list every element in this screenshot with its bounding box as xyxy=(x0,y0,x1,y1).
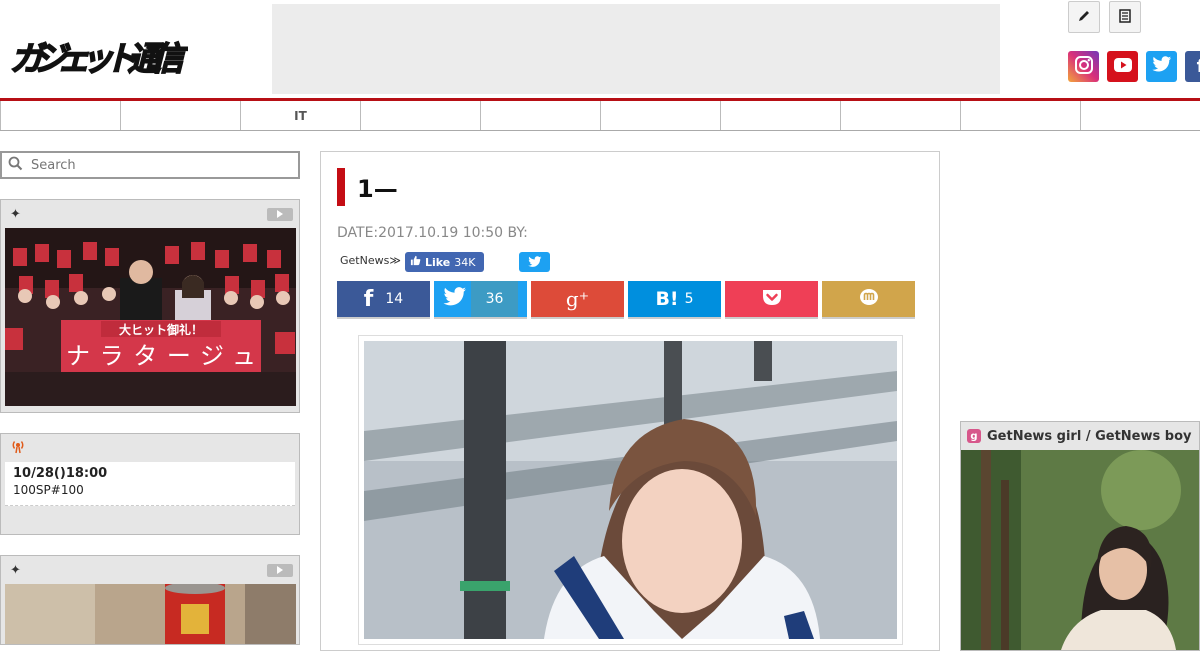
search-box xyxy=(0,151,300,179)
nav-item-it[interactable]: IT xyxy=(240,101,360,130)
category-nav: IT xyxy=(0,101,1200,131)
nav-item[interactable] xyxy=(480,101,600,130)
facebook-share-count: 14 xyxy=(385,291,404,307)
widget-title: GetNews girl / GetNews boy xyxy=(987,428,1192,444)
drink-can-photo[interactable] xyxy=(5,584,296,648)
instagram-icon xyxy=(1074,55,1094,79)
facebook-icon: f xyxy=(1197,56,1200,77)
nav-item[interactable] xyxy=(1080,101,1200,130)
search-icon xyxy=(8,156,23,175)
share-pocket-button[interactable] xyxy=(725,281,818,317)
ad-banner[interactable] xyxy=(272,4,1000,94)
share-gplus-button[interactable]: g⁺ xyxy=(531,281,624,317)
getnews-girl-icon: g xyxy=(967,429,981,443)
twitter-icon xyxy=(443,287,467,311)
star-icon: ✦ xyxy=(10,206,21,222)
nav-item[interactable] xyxy=(0,101,120,130)
like-count: 34K xyxy=(454,255,476,269)
pencil-icon xyxy=(1077,8,1091,27)
share-twitter-button[interactable]: 36 xyxy=(434,281,527,317)
facebook-icon: f xyxy=(363,286,374,312)
getnews-girl-photo[interactable] xyxy=(961,450,1199,650)
facebook-like-button[interactable]: Like 34K xyxy=(405,252,484,272)
nav-item[interactable] xyxy=(720,101,840,130)
photo-banner-text: 大ヒット御礼！ xyxy=(119,322,203,337)
article-date: DATE:2017.10.19 10:50 BY: xyxy=(337,225,528,241)
tweet-button[interactable] xyxy=(519,252,550,272)
article-title: 1— xyxy=(357,175,398,203)
youtube-link[interactable] xyxy=(1107,51,1138,82)
share-facebook-button[interactable]: f 14 xyxy=(337,281,430,317)
article-photo[interactable] xyxy=(358,335,903,645)
twitter-icon xyxy=(527,253,542,272)
share-mixi-button[interactable] xyxy=(822,281,915,317)
nav-item[interactable] xyxy=(120,101,240,130)
site-logo[interactable]: ガジェット通信 xyxy=(8,34,190,80)
youtube-icon xyxy=(1113,57,1133,77)
live-widget: 10/28()18:00 100SP#100 xyxy=(0,433,300,535)
hatena-share-count: 5 xyxy=(684,291,694,307)
live-program-title: 100SP#100 xyxy=(13,483,84,497)
nav-item[interactable] xyxy=(360,101,480,130)
document-button[interactable] xyxy=(1109,1,1141,33)
broadcast-icon xyxy=(10,438,26,458)
facebook-link[interactable]: f xyxy=(1185,51,1200,82)
twitter-link[interactable] xyxy=(1146,51,1177,82)
video-widget: ✦ 大ヒット御礼！ ナラタージュ xyxy=(0,199,300,413)
twitter-icon xyxy=(1151,56,1172,77)
getnews-girl-widget: g GetNews girl / GetNews boy xyxy=(960,421,1200,651)
nav-item[interactable] xyxy=(960,101,1080,130)
live-program-time: 10/28()18:00 xyxy=(13,466,108,481)
nav-item[interactable] xyxy=(600,101,720,130)
video-widget-2: ✦ xyxy=(0,555,300,645)
hatena-icon: B! xyxy=(655,288,679,310)
search-input[interactable] xyxy=(31,157,281,173)
write-button[interactable] xyxy=(1068,1,1100,33)
nav-item[interactable] xyxy=(840,101,960,130)
play-icon[interactable] xyxy=(267,207,293,221)
movie-event-photo[interactable]: 大ヒット御礼！ ナラタージュ xyxy=(5,228,296,410)
live-program-item[interactable]: 10/28()18:00 100SP#100 xyxy=(5,462,295,506)
document-icon xyxy=(1118,8,1132,27)
thumbs-up-icon xyxy=(410,255,421,269)
like-label: Like xyxy=(425,255,451,269)
logo-text: ガジェット通信 xyxy=(10,39,188,78)
title-accent-bar xyxy=(337,168,345,206)
twitter-share-count: 36 xyxy=(471,281,518,317)
play-icon[interactable] xyxy=(267,563,293,577)
gplus-icon: g⁺ xyxy=(565,287,590,311)
pocket-icon xyxy=(761,287,783,311)
star-icon: ✦ xyxy=(10,562,21,578)
share-hatena-button[interactable]: B! 5 xyxy=(628,281,721,317)
mixi-icon xyxy=(858,287,880,311)
getnews-link[interactable]: GetNews≫ xyxy=(340,254,401,267)
instagram-link[interactable] xyxy=(1068,51,1099,82)
